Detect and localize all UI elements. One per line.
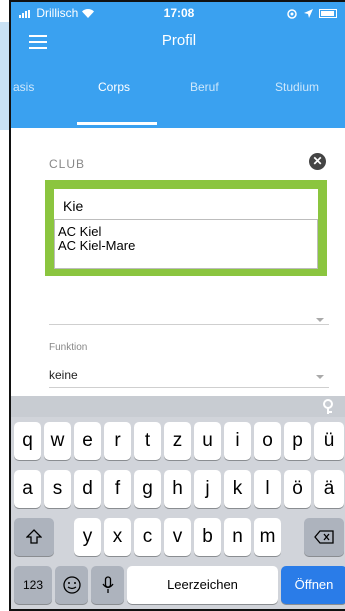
microphone-icon <box>101 576 114 593</box>
key-t[interactable]: t <box>134 422 161 460</box>
backspace-key[interactable] <box>304 518 344 556</box>
chevron-down-icon[interactable] <box>316 375 324 379</box>
key-ae[interactable]: ä <box>314 470 344 508</box>
funktion-select-value[interactable]: keine <box>49 368 78 382</box>
shift-key[interactable] <box>14 518 54 556</box>
key-oe[interactable]: ö <box>284 470 311 508</box>
key-k[interactable]: k <box>224 470 251 508</box>
key-b[interactable]: b <box>194 518 221 556</box>
suggestion-item[interactable]: AC Kiel <box>55 225 317 239</box>
key-f[interactable]: f <box>104 470 131 508</box>
key-i[interactable]: i <box>224 422 251 460</box>
key-j[interactable]: j <box>194 470 221 508</box>
key-s[interactable]: s <box>44 470 71 508</box>
funktion-field-label: Funktion <box>49 342 88 353</box>
profile-form: CLUB ✕ AC Kiel AC Kiel-Mare Funktion kei… <box>11 128 345 396</box>
club-field-label: CLUB <box>49 157 86 171</box>
active-tab-indicator <box>77 122 157 125</box>
club-search-input[interactable] <box>63 196 303 216</box>
suggestion-item[interactable]: AC Kiel-Mare <box>55 239 317 253</box>
key-r[interactable]: r <box>104 422 131 460</box>
key-h[interactable]: h <box>164 470 191 508</box>
tab-basis[interactable]: asis <box>13 80 34 94</box>
chevron-down-icon[interactable] <box>316 318 324 322</box>
key-m[interactable]: m <box>254 518 281 556</box>
ios-keyboard: q w e r t z u i o p ü a s d f g h j k l … <box>11 396 345 609</box>
key-a[interactable]: a <box>14 470 41 508</box>
emoji-key[interactable] <box>55 566 88 604</box>
key-l[interactable]: l <box>254 470 281 508</box>
club-autocomplete-highlight: AC Kiel AC Kiel-Mare <box>45 180 327 276</box>
tab-corps[interactable]: Corps <box>98 80 130 94</box>
key-q[interactable]: q <box>14 422 41 460</box>
page-title: Profil <box>161 32 197 49</box>
numbers-key[interactable]: 123 <box>14 566 52 604</box>
clear-icon[interactable]: ✕ <box>309 153 326 170</box>
key-z[interactable]: z <box>164 422 191 460</box>
key-w[interactable]: w <box>44 422 71 460</box>
phone-screen: Drillisch 17:08 Profil asis Corps Beruf … <box>9 0 345 611</box>
club-suggestion-list: AC Kiel AC Kiel-Mare <box>54 219 318 269</box>
password-key-icon[interactable] <box>321 399 335 415</box>
go-key[interactable]: Öffnen <box>281 566 345 604</box>
key-c[interactable]: c <box>134 518 161 556</box>
previous-view-panel <box>0 22 9 130</box>
key-x[interactable]: x <box>104 518 131 556</box>
key-e[interactable]: e <box>74 422 101 460</box>
shift-icon <box>25 529 43 545</box>
key-u[interactable]: u <box>194 422 221 460</box>
status-bar: Drillisch 17:08 <box>11 2 345 24</box>
battery-icon <box>319 9 337 19</box>
club-select[interactable] <box>49 324 329 325</box>
status-icons <box>287 6 337 20</box>
key-o[interactable]: o <box>254 422 281 460</box>
key-y[interactable]: y <box>74 518 101 556</box>
dictation-key[interactable] <box>91 566 124 604</box>
tab-studium[interactable]: Studium <box>275 80 319 94</box>
app-header: Drillisch 17:08 Profil asis Corps Beruf … <box>11 2 345 128</box>
key-n[interactable]: n <box>224 518 251 556</box>
key-v[interactable]: v <box>164 518 191 556</box>
key-ue[interactable]: ü <box>314 422 344 460</box>
tab-bar: asis Corps Beruf Studium <box>11 80 345 110</box>
navigation-icon <box>303 6 319 20</box>
tab-beruf[interactable]: Beruf <box>190 80 219 94</box>
location-icon <box>287 6 303 20</box>
key-g[interactable]: g <box>134 470 161 508</box>
funktion-select[interactable] <box>49 387 329 388</box>
backspace-icon <box>314 530 334 544</box>
emoji-icon <box>62 576 81 594</box>
keyboard-accessory-bar <box>11 396 345 417</box>
space-key[interactable]: Leerzeichen <box>127 566 278 604</box>
key-d[interactable]: d <box>74 470 101 508</box>
key-p[interactable]: p <box>284 422 311 460</box>
